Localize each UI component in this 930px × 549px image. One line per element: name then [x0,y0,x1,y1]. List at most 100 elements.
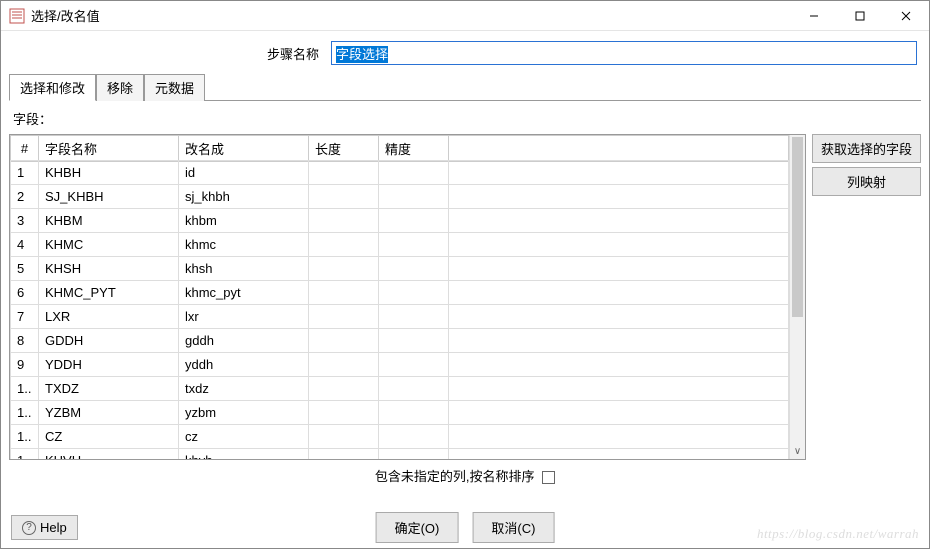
table-row[interactable]: 9YDDHyddh [11,353,789,377]
row-length[interactable] [309,209,379,233]
table-row[interactable]: 8GDDHgddh [11,329,789,353]
vertical-scrollbar[interactable]: ∧ ∨ [789,135,805,459]
help-button[interactable]: ? Help [11,515,78,540]
table-row[interactable]: 1KHBHid [11,161,789,185]
table-row[interactable]: 1..CZcz [11,425,789,449]
table-row[interactable]: 3KHBMkhbm [11,209,789,233]
include-unspecified-label: 包含未指定的列,按名称排序 [375,469,535,484]
table-row[interactable]: 4KHMCkhmc [11,233,789,257]
table-row[interactable]: 2SJ_KHBHsj_khbh [11,185,789,209]
dialog-footer: ? Help 确定(O) 取消(C) [1,515,929,540]
col-precision[interactable]: 精度 [379,136,449,162]
row-precision[interactable] [379,185,449,209]
row-fieldname[interactable]: KHMC_PYT [39,281,179,305]
row-precision[interactable] [379,305,449,329]
row-fieldname[interactable]: LXR [39,305,179,329]
col-hash[interactable]: # [11,136,39,162]
row-rename[interactable]: yddh [179,353,309,377]
row-precision[interactable] [379,233,449,257]
tab-select-modify[interactable]: 选择和修改 [9,74,96,101]
step-name-row: 步骤名称 字段选择 [1,31,929,73]
row-rename[interactable]: khmc_pyt [179,281,309,305]
row-fieldname[interactable]: SJ_KHBH [39,185,179,209]
tab-remove[interactable]: 移除 [96,74,144,101]
row-rename[interactable]: sj_khbh [179,185,309,209]
col-length[interactable]: 长度 [309,136,379,162]
row-length[interactable] [309,233,379,257]
window-controls [791,1,929,30]
row-length[interactable] [309,305,379,329]
scroll-down-icon[interactable]: ∨ [790,443,805,459]
row-length[interactable] [309,377,379,401]
side-buttons: 获取选择的字段 列映射 [812,134,921,460]
fields-table[interactable]: # 字段名称 改名成 长度 精度 1KHBHid2SJ_KHBHsj_khbh3… [9,134,806,460]
row-fieldname[interactable]: CZ [39,425,179,449]
table-row[interactable]: 1KHVHkhvh [11,449,789,460]
row-precision[interactable] [379,257,449,281]
row-precision[interactable] [379,281,449,305]
row-fieldname[interactable]: GDDH [39,329,179,353]
fields-heading: 字段： [9,107,921,134]
row-precision[interactable] [379,401,449,425]
row-precision[interactable] [379,377,449,401]
row-fieldname[interactable]: KHMC [39,233,179,257]
row-rename[interactable]: yzbm [179,401,309,425]
row-rename[interactable]: id [179,161,309,185]
row-precision[interactable] [379,161,449,185]
row-length[interactable] [309,401,379,425]
row-rename[interactable]: gddh [179,329,309,353]
row-length[interactable] [309,425,379,449]
row-length[interactable] [309,353,379,377]
row-fieldname[interactable]: KHBH [39,161,179,185]
table-row[interactable]: 5KHSHkhsh [11,257,789,281]
row-idx: 9 [11,353,39,377]
row-length[interactable] [309,185,379,209]
row-length[interactable] [309,281,379,305]
scroll-thumb[interactable] [792,137,803,317]
cancel-button[interactable]: 取消(C) [472,512,554,543]
row-rename[interactable]: khmc [179,233,309,257]
help-icon: ? [22,521,36,535]
row-fieldname[interactable]: YDDH [39,353,179,377]
row-rename[interactable]: khsh [179,257,309,281]
row-fieldname[interactable]: KHBM [39,209,179,233]
row-fieldname[interactable]: YZBM [39,401,179,425]
row-rename[interactable]: txdz [179,377,309,401]
row-precision[interactable] [379,425,449,449]
tab-metadata[interactable]: 元数据 [144,74,205,101]
close-button[interactable] [883,1,929,30]
column-mapping-button[interactable]: 列映射 [812,167,921,196]
row-precision[interactable] [379,209,449,233]
row-length[interactable] [309,329,379,353]
row-precision[interactable] [379,353,449,377]
col-rename[interactable]: 改名成 [179,136,309,162]
table-row[interactable]: 6KHMC_PYTkhmc_pyt [11,281,789,305]
minimize-button[interactable] [791,1,837,30]
row-idx: 6 [11,281,39,305]
row-idx: 3 [11,209,39,233]
row-idx: 1.. [11,401,39,425]
row-fieldname[interactable]: KHVH [39,449,179,460]
row-length[interactable] [309,449,379,460]
row-fieldname[interactable]: KHSH [39,257,179,281]
row-fieldname[interactable]: TXDZ [39,377,179,401]
include-unspecified-checkbox[interactable] [542,471,555,484]
col-fieldname[interactable]: 字段名称 [39,136,179,162]
table-row[interactable]: 1..YZBMyzbm [11,401,789,425]
ok-button[interactable]: 确定(O) [376,512,459,543]
maximize-button[interactable] [837,1,883,30]
row-length[interactable] [309,161,379,185]
row-precision[interactable] [379,449,449,460]
row-rename[interactable]: cz [179,425,309,449]
get-selected-fields-button[interactable]: 获取选择的字段 [812,134,921,163]
row-precision[interactable] [379,329,449,353]
row-rename[interactable]: khbm [179,209,309,233]
step-name-input[interactable]: 字段选择 [331,41,917,65]
row-idx: 1 [11,161,39,185]
table-row[interactable]: 1..TXDZtxdz [11,377,789,401]
row-rename[interactable]: lxr [179,305,309,329]
row-length[interactable] [309,257,379,281]
table-row[interactable]: 7LXRlxr [11,305,789,329]
row-rename[interactable]: khvh [179,449,309,460]
fields-table-body[interactable]: 1KHBHid2SJ_KHBHsj_khbh3KHBMkhbm4KHMCkhmc… [10,160,789,459]
